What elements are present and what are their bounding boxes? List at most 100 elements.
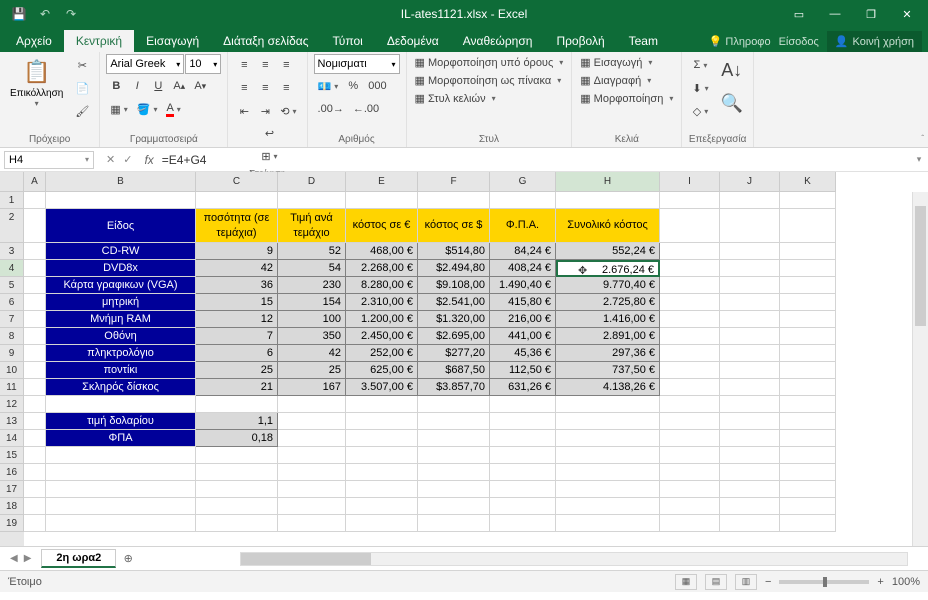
cell-K[interactable] <box>780 192 836 209</box>
cell-J[interactable] <box>720 515 780 532</box>
align-left-icon[interactable]: ≡ <box>234 77 254 99</box>
table-cell[interactable]: 216,00 € <box>490 311 556 328</box>
cell-A[interactable] <box>24 328 46 345</box>
decrease-decimal-icon[interactable]: ←.00 <box>349 98 383 120</box>
cell-E[interactable] <box>346 498 418 515</box>
table-cell[interactable]: $2.541,00 <box>418 294 490 311</box>
cell-J[interactable] <box>720 498 780 515</box>
table-row-label[interactable]: μητρική <box>46 294 196 311</box>
zoom-in-icon[interactable]: + <box>877 576 883 588</box>
table-cell[interactable]: $2.695,00 <box>418 328 490 345</box>
cell-K[interactable] <box>780 430 836 447</box>
header-H[interactable]: Συνολικό κόστος <box>556 209 660 243</box>
row-header-18[interactable]: 18 <box>0 498 24 515</box>
cell-H[interactable] <box>556 192 660 209</box>
cell-I[interactable] <box>660 209 720 243</box>
row-header-1[interactable]: 1 <box>0 192 24 209</box>
vertical-scrollbar[interactable] <box>912 192 928 546</box>
table-cell[interactable]: 9.770,40 € <box>556 277 660 294</box>
cell-C[interactable] <box>196 192 278 209</box>
table-row-label[interactable]: Κάρτα γραφικων (VGA) <box>46 277 196 294</box>
cell-G[interactable] <box>490 464 556 481</box>
table-cell[interactable]: $1.320,00 <box>418 311 490 328</box>
cell-G[interactable] <box>490 192 556 209</box>
table-cell[interactable]: 2.268,00 € <box>346 260 418 277</box>
cell-H[interactable] <box>556 464 660 481</box>
table-cell[interactable]: 15 <box>196 294 278 311</box>
table-row-label[interactable]: ποντίκι <box>46 362 196 379</box>
row-header-4[interactable]: 4 <box>0 260 24 277</box>
cell-F[interactable] <box>418 430 490 447</box>
cell-H[interactable] <box>556 430 660 447</box>
tab-data[interactable]: Δεδομένα <box>375 30 451 52</box>
cell-I[interactable] <box>660 345 720 362</box>
table-cell[interactable]: 408,24 € <box>490 260 556 277</box>
new-sheet-icon[interactable]: ⊕ <box>116 552 140 565</box>
cell-J[interactable] <box>720 277 780 294</box>
table-cell[interactable]: 25 <box>278 362 346 379</box>
cell-B[interactable] <box>46 447 196 464</box>
cell-D[interactable] <box>278 447 346 464</box>
cell-D[interactable] <box>278 498 346 515</box>
conditional-formatting-button[interactable]: ▦ Μορφοποίηση υπό όρους <box>413 54 566 71</box>
cell-I[interactable] <box>660 396 720 413</box>
cell-K[interactable] <box>780 311 836 328</box>
table-cell[interactable]: 468,00 € <box>346 243 418 260</box>
cell-H[interactable] <box>556 498 660 515</box>
column-header-E[interactable]: E <box>346 172 418 192</box>
select-all-corner[interactable] <box>0 172 24 192</box>
italic-button[interactable]: I <box>127 75 147 97</box>
cell-C[interactable] <box>196 481 278 498</box>
autosum-icon[interactable]: Σ <box>688 54 712 76</box>
cell-G[interactable] <box>490 515 556 532</box>
cell-D[interactable] <box>278 481 346 498</box>
decrease-font-icon[interactable]: A▾ <box>190 75 210 97</box>
table-row-label[interactable]: πληκτρολόγιο <box>46 345 196 362</box>
cell-A[interactable] <box>24 345 46 362</box>
table-cell[interactable]: 154 <box>278 294 346 311</box>
table-cell[interactable]: 552,24 € <box>556 243 660 260</box>
row-header-3[interactable]: 3 <box>0 243 24 260</box>
paste-button[interactable]: 📋 Επικόλληση ▾ <box>6 54 67 110</box>
cell-G[interactable] <box>490 430 556 447</box>
table-cell[interactable]: 1.416,00 € <box>556 311 660 328</box>
table-cell[interactable]: 2.450,00 € <box>346 328 418 345</box>
borders-icon[interactable]: ▦ <box>106 98 131 120</box>
cell-J[interactable] <box>720 430 780 447</box>
cell-E[interactable] <box>346 515 418 532</box>
cell-E[interactable] <box>346 447 418 464</box>
cell-E[interactable] <box>346 430 418 447</box>
horizontal-scrollbar[interactable] <box>240 552 908 566</box>
cell-A[interactable] <box>24 277 46 294</box>
zoom-level[interactable]: 100% <box>892 576 920 588</box>
minimize-icon[interactable]: — <box>818 2 852 26</box>
table-cell[interactable]: 21 <box>196 379 278 396</box>
table-cell[interactable]: 631,26 € <box>490 379 556 396</box>
cell-I[interactable] <box>660 260 720 277</box>
row-header-16[interactable]: 16 <box>0 464 24 481</box>
cell-A[interactable] <box>24 447 46 464</box>
table-cell[interactable]: 36 <box>196 277 278 294</box>
align-right-icon[interactable]: ≡ <box>276 77 296 99</box>
cell-B[interactable] <box>46 481 196 498</box>
align-top-icon[interactable]: ≡ <box>234 54 254 76</box>
cell-E[interactable] <box>346 481 418 498</box>
table-cell[interactable]: 84,24 € <box>490 243 556 260</box>
cell-C[interactable] <box>196 464 278 481</box>
cell-I[interactable] <box>660 362 720 379</box>
table-cell[interactable]: 25 <box>196 362 278 379</box>
footer-label[interactable]: ΦΠΑ <box>46 430 196 447</box>
selected-cell[interactable]: 2.676,24 €✥ <box>556 260 660 277</box>
row-header-8[interactable]: 8 <box>0 328 24 345</box>
table-cell[interactable]: 7 <box>196 328 278 345</box>
cell-I[interactable] <box>660 481 720 498</box>
table-cell[interactable]: $514,80 <box>418 243 490 260</box>
format-cells-button[interactable]: ▦ Μορφοποίηση <box>578 90 675 107</box>
signin[interactable]: Είσοδος <box>779 36 819 48</box>
cell-K[interactable] <box>780 498 836 515</box>
cell-E[interactable] <box>346 464 418 481</box>
cell-A[interactable] <box>24 413 46 430</box>
sheet-tab-active[interactable]: 2η ωρα2 <box>41 549 116 568</box>
table-cell[interactable]: 2.310,00 € <box>346 294 418 311</box>
cell-A[interactable] <box>24 464 46 481</box>
